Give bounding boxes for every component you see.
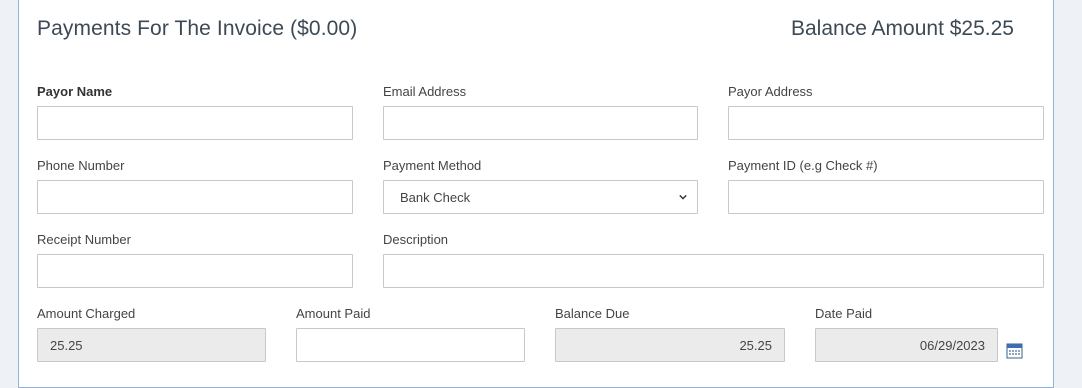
receipt-input[interactable] <box>37 254 353 288</box>
amount-charged-input: 25.25 <box>37 328 266 362</box>
balance-amount: Balance Amount $25.25 <box>790 17 1014 40</box>
amount-paid-input[interactable] <box>296 328 525 362</box>
payment-method-label: Payment Method <box>383 158 482 173</box>
balance-due-input: 25.25 <box>555 328 785 362</box>
amount-charged-label: Amount Charged <box>37 306 136 321</box>
date-paid-input[interactable]: 06/29/2023 <box>815 328 998 362</box>
amount-paid-label: Amount Paid <box>296 306 371 321</box>
email-label: Email Address <box>383 84 467 99</box>
description-label: Description <box>383 232 449 247</box>
balance-due-label: Balance Due <box>555 306 630 321</box>
chevron-down-icon <box>679 194 687 200</box>
phone-input[interactable] <box>37 180 353 214</box>
calendar-icon[interactable] <box>1006 342 1023 359</box>
payment-method-value: Bank Check <box>400 189 471 205</box>
payor-name-label: Payor Name <box>37 84 113 99</box>
payor-address-input[interactable] <box>728 106 1044 140</box>
phone-label: Phone Number <box>37 158 125 173</box>
payment-id-input[interactable] <box>728 180 1044 214</box>
email-input[interactable] <box>383 106 698 140</box>
payor-name-input[interactable] <box>37 106 353 140</box>
description-input[interactable] <box>383 254 1044 288</box>
payor-address-label: Payor Address <box>728 84 813 99</box>
date-paid-label: Date Paid <box>815 306 873 321</box>
payment-id-label: Payment ID (e.g Check #) <box>728 158 878 173</box>
payment-method-select[interactable]: Bank Check <box>383 180 698 214</box>
receipt-label: Receipt Number <box>37 232 131 247</box>
page-title: Payments For The Invoice ($0.00) <box>37 17 358 40</box>
